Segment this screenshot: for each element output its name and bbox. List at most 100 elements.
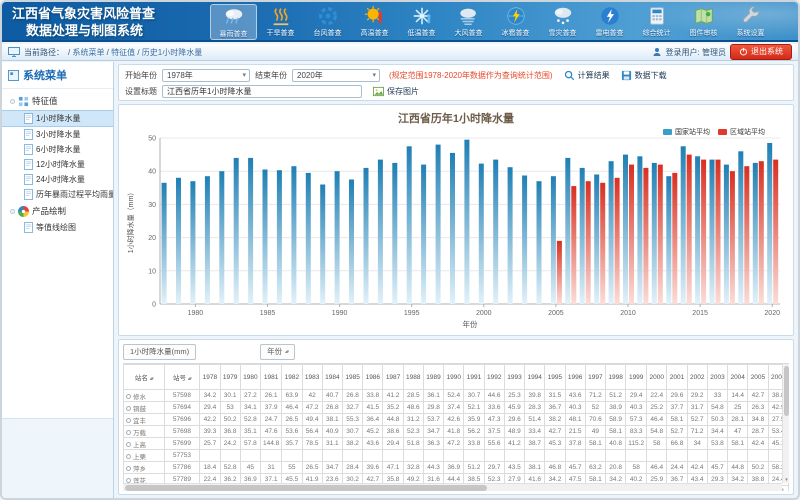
table-hscrollbar[interactable] bbox=[123, 483, 782, 491]
table-row[interactable]: 上栗57753 bbox=[124, 450, 789, 462]
toolbar-item-settings[interactable]: 系统设置 bbox=[727, 4, 774, 40]
col-header-year[interactable]: 1991 bbox=[464, 365, 484, 390]
col-header-year[interactable]: 1982 bbox=[282, 365, 302, 390]
col-header-year[interactable]: 1989 bbox=[423, 365, 443, 390]
col-header-year[interactable]: 2001 bbox=[667, 365, 687, 390]
value-cell bbox=[707, 450, 727, 462]
col-header-year[interactable]: 1992 bbox=[484, 365, 504, 390]
logout-button[interactable]: 退出系统 bbox=[730, 44, 792, 60]
toolbar-item-lightning[interactable]: 雷电普查 bbox=[586, 4, 633, 40]
col-header-year[interactable]: 1998 bbox=[606, 365, 626, 390]
sort-icons[interactable]: ▴▾ bbox=[150, 376, 153, 382]
col-header-year[interactable]: 1993 bbox=[504, 365, 524, 390]
radio-icon[interactable] bbox=[126, 406, 131, 411]
toolbar-item-hail[interactable]: 冰雹普查 bbox=[492, 4, 539, 40]
col-header-year[interactable]: 2004 bbox=[728, 365, 748, 390]
toolbar-item-snow[interactable]: 雪灾普查 bbox=[539, 4, 586, 40]
table-row[interactable]: 萍乡5778618.452.845315526.534.728.439.647.… bbox=[124, 462, 789, 474]
table-vscrollbar[interactable]: ▾ bbox=[782, 364, 789, 483]
vscroll-thumb[interactable] bbox=[784, 366, 789, 416]
data-download-button[interactable]: 数据下载 bbox=[621, 70, 667, 81]
toolbar-item-drought[interactable]: 干旱普查 bbox=[257, 4, 304, 40]
table-row[interactable]: 修水5759834.230.127.226.163.94240.726.833.… bbox=[124, 390, 789, 402]
calc-result-button[interactable]: 计算结果 bbox=[564, 70, 610, 81]
radio-icon[interactable] bbox=[126, 454, 131, 459]
col-header-year[interactable]: 2003 bbox=[707, 365, 727, 390]
sidebar-item[interactable]: 历年暴雨过程平均雨量 bbox=[2, 187, 113, 202]
col-header-name[interactable]: 站名 ▴▾ bbox=[124, 365, 165, 390]
station-name-cell[interactable]: 修水 bbox=[124, 390, 165, 402]
col-header-year[interactable]: 1990 bbox=[444, 365, 464, 390]
value-cell: 29.4 bbox=[200, 402, 220, 414]
station-name-cell[interactable]: 上高 bbox=[124, 438, 165, 450]
col-header-year[interactable]: 1984 bbox=[322, 365, 342, 390]
col-header-year[interactable]: 1995 bbox=[545, 365, 565, 390]
toolbar-item-map-review[interactable]: 图件审核 bbox=[680, 4, 727, 40]
toolbar-item-high-temp[interactable]: 高温普查 bbox=[351, 4, 398, 40]
station-name-cell[interactable]: 上栗 bbox=[124, 450, 165, 462]
station-name-cell[interactable]: 铜鼓 bbox=[124, 402, 165, 414]
col-header-year[interactable]: 1980 bbox=[240, 365, 260, 390]
precip-chart[interactable]: 0102030405019801985199019952000200520102… bbox=[124, 134, 788, 330]
expander-icon[interactable] bbox=[10, 209, 15, 214]
station-name-cell[interactable]: 宜丰 bbox=[124, 414, 165, 426]
year-sort-box[interactable]: 年份▴▾ bbox=[260, 344, 295, 360]
value-cell: 52.8 bbox=[220, 462, 240, 474]
col-header-year[interactable]: 1987 bbox=[383, 365, 403, 390]
station-name-cell[interactable]: 万载 bbox=[124, 426, 165, 438]
col-header-year[interactable]: 1997 bbox=[585, 365, 605, 390]
col-header-year[interactable]: 2005 bbox=[748, 365, 768, 390]
table-row[interactable]: 上高5769925.724.257.8144.835.778.531.138.2… bbox=[124, 438, 789, 450]
breadcrumb-item[interactable]: 历史1小时降水量 bbox=[142, 48, 202, 57]
sidebar-group-products[interactable]: 产品绘制 bbox=[2, 202, 113, 220]
col-header-year[interactable]: 2000 bbox=[647, 365, 667, 390]
start-year-select[interactable]: 1978年▾ bbox=[162, 69, 250, 82]
station-name-cell[interactable]: 萍乡 bbox=[124, 462, 165, 474]
sidebar-item[interactable]: 3小时降水量 bbox=[2, 127, 113, 142]
expander-icon[interactable] bbox=[10, 99, 15, 104]
sort-icons[interactable]: ▴▾ bbox=[188, 376, 191, 382]
sidebar-item[interactable]: 等值线绘图 bbox=[2, 220, 113, 235]
radio-icon[interactable] bbox=[126, 442, 131, 447]
toolbar-item-rainstorm[interactable]: 暴雨普查 bbox=[210, 4, 257, 40]
sidebar-item[interactable]: 6小时降水量 bbox=[2, 142, 113, 157]
col-header-year[interactable]: 1983 bbox=[302, 365, 322, 390]
breadcrumb-item[interactable]: 系统菜单 bbox=[72, 48, 104, 57]
toolbar-item-low-temp[interactable]: 低温普查 bbox=[398, 4, 445, 40]
col-header-year[interactable]: 1996 bbox=[565, 365, 585, 390]
radio-icon[interactable] bbox=[126, 394, 131, 399]
sidebar-item[interactable]: 12小时降水量 bbox=[2, 157, 113, 172]
radio-icon[interactable] bbox=[126, 466, 131, 471]
sidebar-item[interactable]: 24小时降水量 bbox=[2, 172, 113, 187]
col-header-year[interactable]: 1999 bbox=[626, 365, 647, 390]
toolbar-item-statistics[interactable]: 综合统计 bbox=[633, 4, 680, 40]
col-header-id[interactable]: 站号 ▴▾ bbox=[164, 365, 200, 390]
toolbar-item-typhoon[interactable]: 台风普查 bbox=[304, 4, 351, 40]
value-cell: 29.4 bbox=[626, 390, 647, 402]
table-row[interactable]: 铜鼓5769429.45334.137.946.447.226.832.741.… bbox=[124, 402, 789, 414]
save-image-button[interactable]: 保存图片 bbox=[373, 86, 419, 97]
toolbar-item-gale[interactable]: 大风普查 bbox=[445, 4, 492, 40]
col-header-year[interactable]: 1981 bbox=[260, 365, 281, 390]
table-row[interactable]: 宜丰5769642.250.252.824.726.549.438.155.33… bbox=[124, 414, 789, 426]
sidebar-group-features[interactable]: 特征值 bbox=[2, 92, 113, 110]
col-header-year[interactable]: 1986 bbox=[363, 365, 383, 390]
col-header-year[interactable]: 1979 bbox=[220, 365, 240, 390]
sort-icons[interactable]: ▴▾ bbox=[285, 349, 288, 355]
radio-icon[interactable] bbox=[126, 430, 131, 435]
chart-title-input[interactable] bbox=[162, 85, 362, 98]
scroll-down-arrow[interactable]: ▾ bbox=[783, 477, 789, 483]
col-header-year[interactable]: 1988 bbox=[403, 365, 423, 390]
table-row[interactable]: 万载5769839.336.835.147.653.656.440.930.74… bbox=[124, 426, 789, 438]
col-header-year[interactable]: 1978 bbox=[200, 365, 220, 390]
col-header-year[interactable]: 2002 bbox=[687, 365, 707, 390]
radio-icon[interactable] bbox=[126, 418, 131, 423]
breadcrumb-item[interactable]: 特征值 bbox=[111, 48, 135, 57]
col-header-year[interactable]: 1994 bbox=[525, 365, 545, 390]
legend-item[interactable]: 区域站平均 bbox=[718, 127, 765, 137]
sidebar-item[interactable]: 1小时降水量 bbox=[2, 110, 113, 127]
hscroll-thumb[interactable] bbox=[125, 485, 487, 491]
legend-item[interactable]: 国家站平均 bbox=[663, 127, 710, 137]
end-year-select[interactable]: 2020年▾ bbox=[292, 69, 380, 82]
col-header-year[interactable]: 1985 bbox=[342, 365, 362, 390]
